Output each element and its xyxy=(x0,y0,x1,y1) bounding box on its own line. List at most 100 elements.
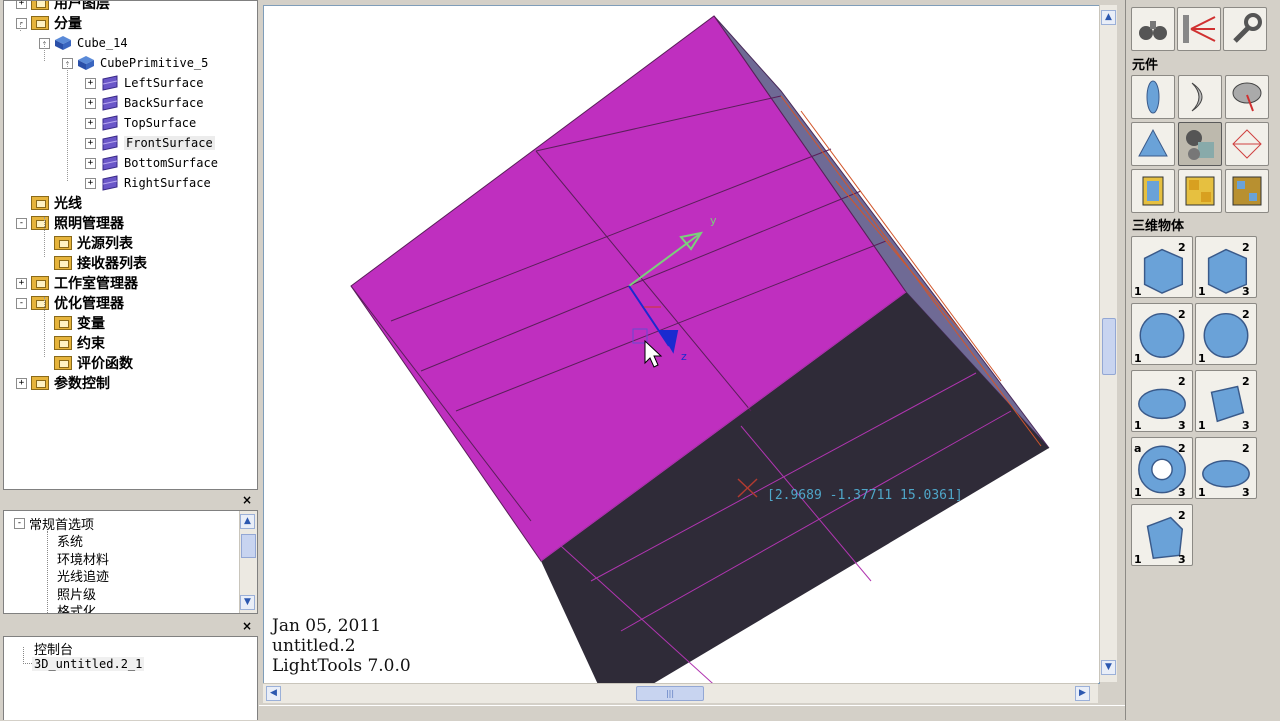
scroll-right-icon[interactable]: ▶ xyxy=(1075,686,1090,701)
tree-item[interactable]: 变量 xyxy=(39,313,105,333)
sphere-edge-icon[interactable]: 12 xyxy=(1195,303,1257,365)
tree-item[interactable]: 光线 xyxy=(16,193,82,213)
tree-item[interactable]: + BackSurface xyxy=(85,93,203,113)
expand-icon[interactable]: + xyxy=(85,117,96,129)
surface-icon xyxy=(102,95,118,111)
expand-icon[interactable]: + xyxy=(85,177,96,189)
solid-point-label: 2 xyxy=(1178,308,1186,321)
block-2pt-icon[interactable]: 12 xyxy=(1131,236,1193,298)
collapse-icon[interactable]: - xyxy=(16,297,27,309)
tree-item[interactable]: + 工作室管理器 xyxy=(16,273,138,293)
tree-item[interactable]: - 照明管理器 xyxy=(16,213,124,233)
tree-item[interactable]: 约束 xyxy=(39,333,105,353)
console-item[interactable]: 3D_untitled.2_1 xyxy=(32,657,145,671)
torus-icon[interactable]: 1 2 3 a xyxy=(1131,437,1193,499)
preferences-item[interactable]: 格式化 xyxy=(57,601,96,613)
folder-icon xyxy=(31,1,49,10)
tree-item[interactable]: + RightSurface xyxy=(85,173,211,193)
tree-item[interactable]: + TopSurface xyxy=(85,113,196,133)
scroll-down-icon[interactable]: ▼ xyxy=(240,595,255,610)
wrench-icon[interactable] xyxy=(1223,7,1267,51)
array-icon[interactable] xyxy=(1225,169,1269,213)
collapse-icon[interactable]: - xyxy=(14,518,25,529)
tree-item[interactable]: + LeftSurface xyxy=(85,73,203,93)
wrench-icon xyxy=(1233,13,1262,43)
viewport-hscrollbar[interactable]: ◀ ||| ▶ xyxy=(263,683,1098,703)
expand-icon[interactable]: + xyxy=(85,157,96,169)
binoculars-icon[interactable] xyxy=(1131,7,1175,51)
expand-icon[interactable]: + xyxy=(85,97,96,109)
ellipsoid-icon[interactable]: 1 2 3 xyxy=(1131,370,1193,432)
solid-point-label: 1 xyxy=(1134,285,1142,298)
collapse-icon[interactable]: - xyxy=(16,17,27,29)
tool-palette: 121231212123123123a123123 元件 三维物体 xyxy=(1125,0,1280,720)
solid-point-label: 3 xyxy=(1178,553,1186,566)
mirror-icon[interactable] xyxy=(1178,75,1222,119)
preferences-item[interactable]: 照片级 xyxy=(57,584,96,603)
expand-icon[interactable]: + xyxy=(16,1,27,9)
preferences-panel: - 常规首选项 系统 环境材料 光线追迹 照片级 格式化 ▲ ▼ xyxy=(3,510,258,614)
surface-icon xyxy=(102,75,118,91)
folder-icon xyxy=(54,236,72,250)
collapse-icon[interactable]: - xyxy=(16,217,27,229)
cube-render[interactable]: y z [2.9689 -1.37711 15.0361] xyxy=(264,6,1099,683)
console-root-label[interactable]: 控制台 xyxy=(34,639,73,658)
close-console-button[interactable]: × xyxy=(242,619,252,633)
ray-fan-icon[interactable] xyxy=(1177,7,1221,51)
elliptic-cylinder-icon[interactable]: 1 2 3 xyxy=(1195,437,1257,499)
folder-icon xyxy=(54,356,72,370)
expand-icon[interactable]: + xyxy=(85,77,96,89)
solid-point-label: 1 xyxy=(1134,352,1142,365)
surface-icon xyxy=(102,175,118,191)
vscroll-thumb[interactable] xyxy=(1102,318,1116,375)
tree-item[interactable]: - 分量 xyxy=(16,13,82,33)
tree-item[interactable]: 评价函数 xyxy=(39,353,133,373)
solid-point-label: 2 xyxy=(1178,375,1186,388)
lens-array-icon[interactable] xyxy=(1178,169,1222,213)
tree-item-label: Cube_14 xyxy=(77,36,128,50)
tree-item[interactable]: + 参数控制 xyxy=(16,373,110,393)
wedge-icon[interactable]: 1 2 3 xyxy=(1131,504,1193,566)
lens-icon[interactable] xyxy=(1131,75,1175,119)
scroll-left-icon[interactable]: ◀ xyxy=(266,686,281,701)
tree-item-label: 接收器列表 xyxy=(77,256,147,272)
preferences-scrollbar[interactable]: ▲ ▼ xyxy=(239,511,257,613)
expand-icon[interactable]: + xyxy=(16,277,27,289)
tree-guide-line xyxy=(44,41,45,61)
folder-icon xyxy=(54,336,72,350)
tree-item-label: BottomSurface xyxy=(124,156,218,170)
preferences-item[interactable]: 环境材料 xyxy=(57,549,109,568)
scroll-up-icon[interactable]: ▲ xyxy=(240,514,255,529)
tree-item[interactable]: - 优化管理器 xyxy=(16,293,124,313)
tree-guide-line xyxy=(67,61,68,181)
grid-plane-icon[interactable] xyxy=(1225,122,1269,166)
reflector-icon[interactable] xyxy=(1225,75,1269,119)
tree-item[interactable]: - Cube_14 xyxy=(39,33,128,53)
solids-icon[interactable] xyxy=(1178,122,1222,166)
scroll-thumb[interactable] xyxy=(241,534,256,558)
prism-icon[interactable] xyxy=(1131,122,1175,166)
3d-viewport[interactable]: y z [2.9689 -1.37711 15.0361] Jan 05, 20… xyxy=(263,5,1100,684)
tree-item[interactable]: - CubePrimitive_5 xyxy=(62,53,208,73)
expand-icon[interactable]: + xyxy=(16,377,27,389)
sphere-2pt-icon[interactable]: 12 xyxy=(1131,303,1193,365)
preferences-item[interactable]: 光线追迹 xyxy=(57,566,109,585)
cylinder-icon[interactable]: 1 2 3 xyxy=(1195,370,1257,432)
tree-item[interactable]: + BottomSurface xyxy=(85,153,218,173)
solid-point-label: 1 xyxy=(1198,419,1206,432)
expand-icon[interactable]: + xyxy=(85,137,96,149)
box-icon[interactable] xyxy=(1131,169,1175,213)
ray-fan-icon xyxy=(1183,15,1216,43)
viewport-filename: untitled.2 xyxy=(272,636,356,656)
viewport-vscrollbar[interactable]: ▲ ▼ xyxy=(1099,5,1117,682)
tree-item[interactable]: 接收器列表 xyxy=(39,253,147,273)
tree-item[interactable]: + 用户图层 xyxy=(16,1,110,13)
preferences-item[interactable]: 系统 xyxy=(57,531,83,550)
scroll-up-icon[interactable]: ▲ xyxy=(1101,10,1116,25)
tree-item[interactable]: + FrontSurface xyxy=(85,133,215,153)
block-3pt-icon[interactable]: 1 2 3 xyxy=(1195,236,1257,298)
scroll-down-icon[interactable]: ▼ xyxy=(1101,660,1116,675)
close-preferences-button[interactable]: × xyxy=(242,493,252,507)
hscroll-thumb[interactable]: ||| xyxy=(636,686,704,701)
tree-item[interactable]: 光源列表 xyxy=(39,233,133,253)
